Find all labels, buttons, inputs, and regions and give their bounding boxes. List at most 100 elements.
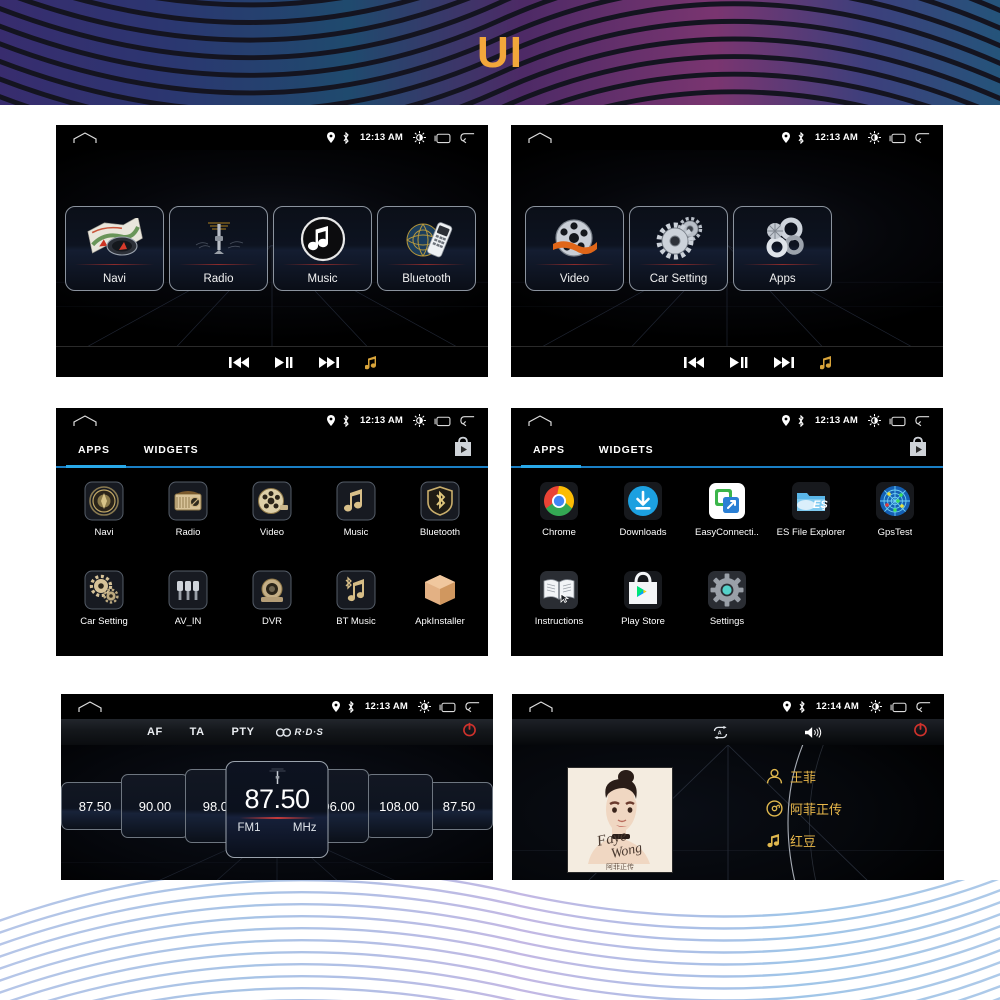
repeat-all-icon[interactable]: A	[712, 725, 729, 739]
app-item-apk-installer[interactable]: ApkInstaller	[398, 565, 482, 654]
power-icon[interactable]	[462, 722, 477, 742]
app-drawer-system[interactable]: 12:13 AM APPS WIDGETS Navi Radio Video M…	[56, 408, 488, 656]
frequency-carousel[interactable]: 87.50 90.00 98.00 106.00 108.00 87.50 87…	[61, 761, 493, 858]
app-item-car-setting[interactable]: Car Setting	[62, 565, 146, 654]
play-pause-button[interactable]	[274, 347, 293, 377]
back-arrow-icon[interactable]	[914, 414, 931, 427]
music-shortcut-button[interactable]	[819, 347, 834, 377]
home-icon[interactable]	[77, 700, 103, 713]
music-toolbar[interactable]: A	[512, 719, 944, 746]
app-item-bluetooth[interactable]: Bluetooth	[398, 476, 482, 565]
tab-apps[interactable]: APPS	[527, 433, 571, 466]
play-pause-button[interactable]	[729, 347, 748, 377]
preset-frequency[interactable]: 90.00	[121, 774, 189, 838]
play-store-icon	[622, 569, 664, 611]
ta-button[interactable]: TA	[190, 726, 205, 738]
brightness-icon[interactable]	[418, 700, 431, 713]
rds-toolbar[interactable]: AF TA PTY R·D·S	[61, 719, 493, 746]
home-tile-row: Navi Radio Music Bluetooth	[56, 150, 488, 347]
home-tile-label: Music	[307, 273, 338, 285]
location-pin-icon	[783, 701, 792, 712]
back-arrow-icon[interactable]	[915, 700, 932, 713]
preset-frequency[interactable]: 87.50	[61, 782, 129, 830]
album-art: Faye Wong 阿菲正传	[567, 767, 673, 873]
app-item-video[interactable]: Video	[230, 476, 314, 565]
app-item-play-store[interactable]: Play Store	[601, 565, 685, 654]
home-icon[interactable]	[527, 131, 553, 144]
back-arrow-icon[interactable]	[914, 131, 931, 144]
tab-widgets[interactable]: WIDGETS	[593, 433, 660, 466]
brightness-icon[interactable]	[868, 131, 881, 144]
app-item-instructions[interactable]: Instructions	[517, 565, 601, 654]
home-icon[interactable]	[72, 131, 98, 144]
brightness-icon[interactable]	[413, 414, 426, 427]
home-tile-car-setting[interactable]: Car Setting	[629, 206, 728, 291]
previous-track-button[interactable]	[683, 347, 704, 377]
home-icon[interactable]	[528, 700, 554, 713]
home-icon[interactable]	[72, 414, 98, 427]
brightness-icon[interactable]	[413, 131, 426, 144]
app-item-navi[interactable]: Navi	[62, 476, 146, 565]
home-tile-apps[interactable]: Apps	[733, 206, 832, 291]
volume-icon[interactable]	[805, 726, 822, 739]
drawer-tab-bar[interactable]: APPS WIDGETS	[56, 433, 488, 466]
app-label: GpsTest	[877, 527, 913, 538]
home-transport-bar[interactable]	[56, 346, 488, 377]
play-store-bag-icon[interactable]	[907, 436, 929, 463]
app-item-chrome[interactable]: Chrome	[517, 476, 601, 565]
app-drawer-android[interactable]: 12:13 AM APPS WIDGETS Chrome Downloads E…	[511, 408, 943, 656]
next-track-button[interactable]	[773, 347, 794, 377]
next-track-button[interactable]	[318, 347, 339, 377]
chrome-icon	[538, 480, 580, 522]
back-arrow-icon[interactable]	[459, 414, 476, 427]
tab-widgets[interactable]: WIDGETS	[138, 433, 205, 466]
recents-icon[interactable]	[888, 414, 907, 427]
bluetooth-phone-icon	[399, 214, 455, 264]
brightness-icon[interactable]	[868, 414, 881, 427]
bluetooth-shield-icon	[419, 480, 461, 522]
play-store-bag-icon[interactable]	[452, 436, 474, 463]
home-icon[interactable]	[527, 414, 553, 427]
power-icon[interactable]	[913, 722, 928, 742]
app-item-bt-music[interactable]: BT Music	[314, 565, 398, 654]
app-item-radio[interactable]: Radio	[146, 476, 230, 565]
home-tile-radio[interactable]: Radio	[169, 206, 268, 291]
app-item-music[interactable]: Music	[314, 476, 398, 565]
rds-indicator[interactable]: R·D·S	[276, 727, 323, 738]
recents-icon[interactable]	[889, 700, 908, 713]
recents-icon[interactable]	[888, 131, 907, 144]
home-screen-page-1[interactable]: 12:13 AM Navi Radio Music Bluetooth	[56, 125, 488, 377]
back-arrow-icon[interactable]	[459, 131, 476, 144]
af-button[interactable]: AF	[147, 726, 163, 738]
home-transport-bar[interactable]	[511, 346, 943, 377]
back-arrow-icon[interactable]	[464, 700, 481, 713]
preset-frequency[interactable]: 108.00	[365, 774, 433, 838]
navi-compass-icon	[83, 480, 125, 522]
pty-button[interactable]: PTY	[232, 726, 255, 738]
app-item-dvr[interactable]: DVR	[230, 565, 314, 654]
status-time: 12:14 AM	[816, 701, 859, 712]
drawer-tab-bar[interactable]: APPS WIDGETS	[511, 433, 943, 466]
app-item-easyconnection[interactable]: EasyConnecti..	[685, 476, 769, 565]
preset-frequency[interactable]: 87.50	[425, 782, 493, 830]
tab-apps[interactable]: APPS	[72, 433, 116, 466]
home-tile-video[interactable]: Video	[525, 206, 624, 291]
music-shortcut-button[interactable]	[364, 347, 379, 377]
current-frequency-card[interactable]: 87.50 FM1 MHz	[225, 761, 329, 858]
app-item-settings[interactable]: Settings	[685, 565, 769, 654]
status-bar: 12:13 AM	[511, 408, 943, 433]
app-item-es-file-explorer[interactable]: ES 3 ES File Explorer	[769, 476, 853, 565]
home-tile-navi[interactable]: Navi	[65, 206, 164, 291]
recents-icon[interactable]	[433, 131, 452, 144]
app-item-av-in[interactable]: AV_IN	[146, 565, 230, 654]
home-tile-label: Bluetooth	[402, 273, 451, 285]
home-screen-page-2[interactable]: 12:13 AM Video Car Setting Apps	[511, 125, 943, 377]
previous-track-button[interactable]	[228, 347, 249, 377]
recents-icon[interactable]	[433, 414, 452, 427]
brightness-icon[interactable]	[869, 700, 882, 713]
recents-icon[interactable]	[438, 700, 457, 713]
app-item-downloads[interactable]: Downloads	[601, 476, 685, 565]
home-tile-bluetooth[interactable]: Bluetooth	[377, 206, 476, 291]
app-item-gpstest[interactable]: GpsTest	[853, 476, 937, 565]
home-tile-music[interactable]: Music	[273, 206, 372, 291]
